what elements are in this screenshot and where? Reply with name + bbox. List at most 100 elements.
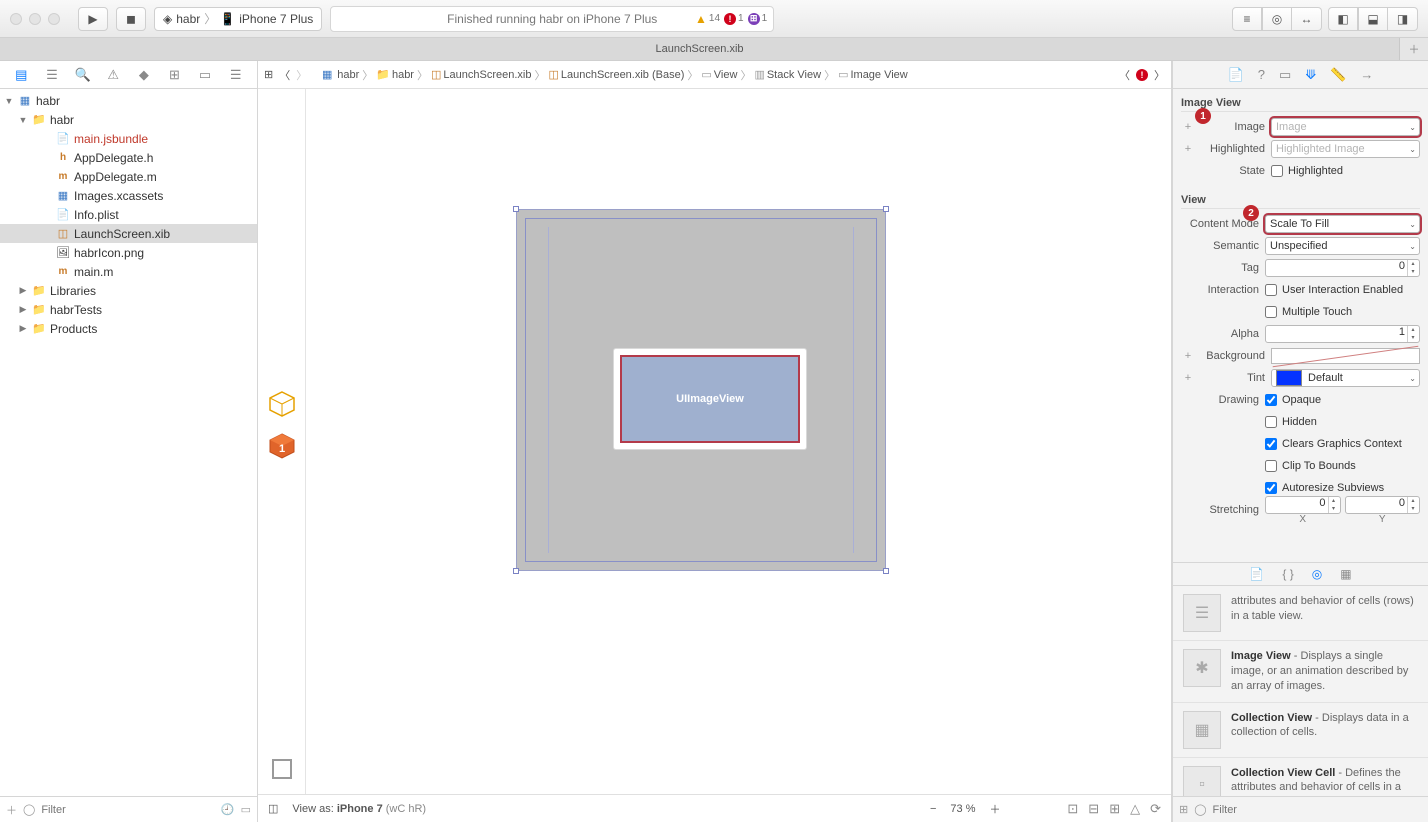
lib-tab-snippet[interactable]: { } (1282, 567, 1293, 581)
minimize-window[interactable] (29, 13, 41, 25)
nav-tab-tests[interactable]: ◆ (135, 67, 153, 83)
jump-file[interactable]: LaunchScreen.xib (443, 69, 531, 81)
nav-tab-project[interactable]: ▤ (12, 67, 30, 83)
tree-file-jsbundle[interactable]: 📄main.jsbundle (0, 129, 257, 148)
pin-icon[interactable]: ⊞ (1109, 801, 1120, 817)
background-colorwell[interactable] (1271, 348, 1420, 364)
autoresize-checkbox[interactable] (1265, 482, 1277, 494)
nav-tab-debug[interactable]: ⊞ (165, 67, 183, 83)
library-filter-input[interactable] (1213, 804, 1422, 816)
lib-tab-file[interactable]: 📄 (1249, 567, 1264, 581)
nav-tab-reports[interactable]: ☰ (227, 67, 245, 83)
editor-version[interactable]: ↔ (1292, 7, 1322, 31)
tree-group-libraries[interactable]: ▶📁Libraries (0, 281, 257, 300)
warnings-badge[interactable]: ▲14 (695, 12, 720, 26)
nav-tab-issues[interactable]: ⚠ (104, 67, 122, 83)
tree-file-main-m[interactable]: mmain.m (0, 262, 257, 281)
scheme-selector[interactable]: ◈ habr 〉 📱 iPhone 7 Plus (154, 7, 322, 31)
tree-file-habricon[interactable]: 🖼habrIcon.png (0, 243, 257, 262)
jump-variant[interactable]: LaunchScreen.xib (Base) (561, 69, 685, 81)
canvas[interactable]: UIImageView (306, 89, 1171, 794)
add-variation-icon[interactable]: + (1181, 143, 1195, 155)
tint-combo[interactable]: Default⌄ (1271, 369, 1420, 387)
tree-group-app[interactable]: ▼📁habr (0, 110, 257, 129)
tree-group-tests[interactable]: ▶📁habrTests (0, 300, 257, 319)
content-mode-combo[interactable]: Scale To Fill⌄ (1265, 215, 1420, 233)
navigator-filter-input[interactable] (41, 804, 215, 816)
add-target-icon[interactable]: ＋ (6, 802, 17, 818)
editor-standard[interactable]: ≡ (1232, 7, 1262, 31)
update-frames-icon[interactable]: ⟳ (1150, 801, 1161, 817)
jump-fwd-icon[interactable]: 〉 (296, 67, 307, 83)
grid-view-icon[interactable]: ⊞ (1179, 803, 1188, 816)
tree-file-launchscreen[interactable]: ◫LaunchScreen.xib (0, 224, 257, 243)
zoom-window[interactable] (48, 13, 60, 25)
opaque-checkbox[interactable] (1265, 394, 1277, 406)
clears-checkbox[interactable] (1265, 438, 1277, 450)
jump-back-icon[interactable]: 〈 (279, 67, 290, 83)
jump-folder[interactable]: habr (392, 69, 414, 81)
zoom-in-button[interactable]: ＋ (989, 801, 1000, 817)
editor-assistant[interactable]: ◎ (1262, 7, 1292, 31)
toggle-debug-area[interactable]: ⬓ (1358, 7, 1388, 31)
stretch-y-field[interactable]: 0▴▾ (1345, 496, 1421, 514)
tree-file-appdelegate-m[interactable]: mAppDelegate.m (0, 167, 257, 186)
add-variation-icon[interactable]: + (1181, 372, 1195, 384)
tests-badge[interactable]: ⊞1 (748, 13, 768, 25)
zoom-out-button[interactable]: − (930, 803, 936, 815)
library-item-imageview[interactable]: ✱ Image View - Displays a single image, … (1173, 641, 1428, 703)
add-variation-icon[interactable]: + (1181, 121, 1195, 133)
clip-checkbox[interactable] (1265, 460, 1277, 472)
errors-badge[interactable]: !1 (724, 13, 744, 25)
recent-filter-icon[interactable]: 🕘 (221, 803, 235, 816)
insp-tab-file[interactable]: 📄 (1228, 67, 1244, 83)
library-item-collectionviewcell[interactable]: ▫ Collection View Cell - Defines the att… (1173, 758, 1428, 796)
issue-indicator-icon[interactable]: ! (1136, 69, 1148, 81)
run-button[interactable]: ▶ (78, 7, 108, 31)
state-highlighted-checkbox[interactable] (1271, 165, 1283, 177)
uie-checkbox[interactable] (1265, 284, 1277, 296)
align-icon[interactable]: ⊟ (1088, 801, 1099, 817)
close-window[interactable] (10, 13, 22, 25)
multitouch-checkbox[interactable] (1265, 306, 1277, 318)
lib-tab-media[interactable]: ▦ (1340, 567, 1351, 581)
image-view-element[interactable]: UIImageView (614, 349, 806, 449)
insp-tab-identity[interactable]: ▭ (1279, 67, 1291, 83)
artboard-view[interactable]: UIImageView (516, 209, 886, 571)
tab-launchscreen[interactable]: LaunchScreen.xib (0, 38, 1400, 60)
jump-view[interactable]: View (714, 69, 738, 81)
resolve-issues-icon[interactable]: △ (1130, 801, 1140, 817)
alpha-field[interactable]: 1▴▾ (1265, 325, 1420, 343)
embed-in-icon[interactable]: ⊡ (1067, 801, 1078, 817)
insp-tab-connections[interactable]: → (1360, 67, 1373, 82)
nav-tab-breakpoints[interactable]: ▭ (196, 67, 214, 83)
tree-file-appdelegate-h[interactable]: hAppDelegate.h (0, 148, 257, 167)
toggle-navigator[interactable]: ◧ (1328, 7, 1358, 31)
tag-field[interactable]: 0▴▾ (1265, 259, 1420, 277)
placeholder-cube-icon[interactable] (267, 389, 297, 419)
nav-tab-source[interactable]: ☰ (43, 67, 61, 83)
scene-cube-icon[interactable]: 1 (267, 431, 297, 461)
nav-tab-find[interactable]: 🔍 (74, 67, 92, 83)
jump-stack[interactable]: Stack View (767, 69, 821, 81)
insp-tab-attributes[interactable]: ⟱ (1305, 67, 1316, 83)
stretch-x-field[interactable]: 0▴▾ (1265, 496, 1341, 514)
semantic-combo[interactable]: Unspecified⌄ (1265, 237, 1420, 255)
jump-prev-issue[interactable]: 〈 (1119, 67, 1130, 83)
hidden-checkbox[interactable] (1265, 416, 1277, 428)
library-item-collectionview[interactable]: ▦ Collection View - Displays data in a c… (1173, 703, 1428, 758)
insp-tab-help[interactable]: ? (1258, 67, 1265, 82)
stop-button[interactable]: ◼ (116, 7, 146, 31)
outline-toggle-icon[interactable] (267, 754, 297, 784)
jump-project[interactable]: habr (337, 69, 359, 81)
lib-tab-object[interactable]: ◎ (1312, 567, 1322, 581)
zoom-level[interactable]: 73 % (950, 803, 975, 815)
tree-file-images[interactable]: ▦Images.xcassets (0, 186, 257, 205)
toggle-inspector[interactable]: ◨ (1388, 7, 1418, 31)
highlighted-combo[interactable]: Highlighted Image⌄ (1271, 140, 1420, 158)
tree-file-info[interactable]: 📄Info.plist (0, 205, 257, 224)
scm-filter-icon[interactable]: ▭ (241, 803, 251, 816)
tree-group-products[interactable]: ▶📁Products (0, 319, 257, 338)
tree-project-root[interactable]: ▼▦habr (0, 91, 257, 110)
view-as-control[interactable]: View as: iPhone 7 (wC hR) (292, 803, 426, 815)
